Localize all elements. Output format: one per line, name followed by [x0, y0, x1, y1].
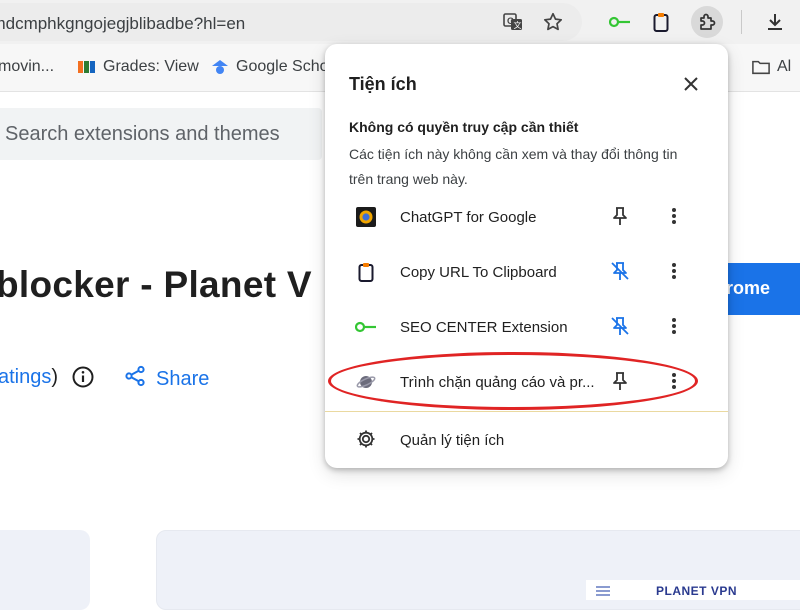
section-description: Các tiện ích này không cần xem và thay đ… — [349, 146, 678, 187]
download-icon[interactable] — [759, 6, 791, 38]
svg-text:文: 文 — [514, 20, 522, 30]
seo-key-icon — [355, 316, 377, 338]
bookmark-item-google-scholar[interactable]: Google Scho — [211, 58, 329, 76]
url-text: amdcmphkgngojegjblibadbe?hl=en — [0, 14, 246, 33]
manage-extensions-item[interactable]: Quản lý tiện ích — [325, 414, 728, 464]
bookmark-label: movin... — [0, 58, 55, 75]
seo-key-icon[interactable] — [604, 6, 636, 38]
extension-row-copy-url[interactable]: Copy URL To Clipboard — [325, 245, 728, 300]
more-options-icon[interactable] — [662, 204, 686, 228]
section-heading: Không có quyền truy cập cần thiết — [349, 119, 579, 135]
scholar-icon — [211, 58, 229, 76]
pin-icon[interactable] — [608, 204, 632, 228]
unpin-icon[interactable] — [608, 259, 632, 283]
ratings-text: atings — [0, 366, 52, 388]
popup-divider — [325, 411, 728, 412]
bookmark-label: Grades: View — [103, 58, 199, 75]
share-label: Share — [156, 367, 210, 390]
screenshot-card-left[interactable] — [0, 530, 90, 610]
unpin-icon[interactable] — [608, 314, 632, 338]
fpt-logo-icon — [78, 58, 96, 76]
star-icon[interactable] — [537, 6, 569, 38]
bookmark-item[interactable]: movin... — [0, 58, 54, 76]
address-bar[interactable]: amdcmphkgngojegjblibadbe?hl=en — [0, 3, 582, 41]
gear-icon — [355, 428, 377, 450]
ratings-paren: ) — [51, 366, 59, 388]
planet-icon — [355, 371, 377, 393]
extension-name: ChatGPT for Google — [400, 209, 537, 226]
add-button-label: rome — [726, 278, 771, 298]
extensions-popup: Tiện ích Không có quyền truy cập cần thi… — [325, 44, 728, 468]
close-icon[interactable] — [679, 72, 703, 96]
bookmark-folder-all[interactable]: Al — [752, 58, 791, 76]
bookmark-label: Al — [777, 58, 792, 75]
extensions-puzzle-icon[interactable] — [691, 6, 723, 38]
more-options-icon[interactable] — [662, 369, 686, 393]
ratings-link[interactable]: atings) — [0, 366, 58, 389]
popup-title: Tiện ích — [349, 74, 417, 94]
share-button[interactable]: Share — [124, 365, 209, 393]
preview-header: PLANET VPN — [586, 580, 800, 600]
more-options-icon[interactable] — [662, 259, 686, 283]
extension-name: Copy URL To Clipboard — [400, 264, 557, 281]
info-icon[interactable] — [71, 365, 95, 389]
extension-row-chatgpt[interactable]: ChatGPT for Google — [325, 190, 728, 245]
extension-name: SEO CENTER Extension — [400, 319, 568, 336]
folder-icon — [752, 58, 770, 76]
extension-title: blocker - Planet V — [0, 264, 312, 305]
clipboard-icon — [355, 261, 377, 283]
share-icon — [124, 365, 146, 393]
manage-extensions-label: Quản lý tiện ích — [400, 432, 505, 449]
clipboard-icon[interactable] — [645, 6, 677, 38]
menu-icon — [596, 586, 610, 596]
translate-icon[interactable]: G文 — [497, 6, 529, 38]
more-options-icon[interactable] — [662, 314, 686, 338]
bookmark-item-grades[interactable]: Grades: View — [78, 58, 199, 76]
search-extensions-input[interactable]: Search extensions and themes — [0, 108, 322, 160]
planet-vpn-brand: PLANET VPN — [656, 584, 738, 598]
browser-toolbar: amdcmphkgngojegjblibadbe?hl=en G文 — [0, 0, 800, 44]
extension-row-ad-blocker[interactable]: Trình chặn quảng cáo và pr... — [325, 355, 728, 410]
extension-name: Trình chặn quảng cáo và pr... — [400, 374, 595, 391]
extension-row-seo-center[interactable]: SEO CENTER Extension — [325, 300, 728, 355]
search-placeholder: Search extensions and themes — [5, 123, 280, 145]
chatgpt-icon — [355, 206, 377, 228]
toolbar-separator — [741, 10, 742, 34]
pin-icon[interactable] — [608, 369, 632, 393]
bookmark-label: Google Scho — [236, 58, 329, 75]
